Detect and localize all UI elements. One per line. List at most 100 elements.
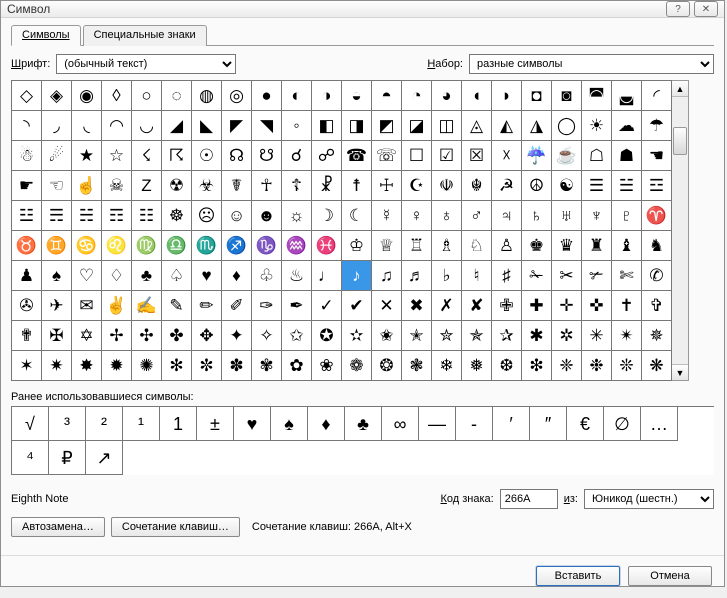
symbol-cell[interactable]: ✁ [522, 261, 552, 291]
symbol-cell[interactable]: ◓ [372, 81, 402, 111]
recent-cell[interactable]: ⁴ [12, 441, 49, 475]
symbol-cell[interactable]: ☌ [282, 141, 312, 171]
symbol-cell[interactable]: ◨ [342, 111, 372, 141]
symbol-cell[interactable]: ◍ [192, 81, 222, 111]
symbol-cell[interactable]: ◑ [312, 81, 342, 111]
symbol-cell[interactable]: ♋ [72, 231, 102, 261]
scroll-down-icon[interactable]: ▼ [672, 364, 688, 380]
symbol-cell[interactable]: ♧ [252, 261, 282, 291]
symbol-cell[interactable]: ◐ [282, 81, 312, 111]
symbol-cell[interactable]: ✰ [492, 321, 522, 351]
symbol-cell[interactable]: ☖ [582, 141, 612, 171]
symbol-cell[interactable]: ☚ [642, 141, 672, 171]
symbol-cell[interactable]: ◗ [492, 81, 522, 111]
symbol-cell[interactable]: ♯ [492, 261, 522, 291]
symbol-cell[interactable]: ★ [72, 141, 102, 171]
symbol-cell[interactable]: ✝ [612, 291, 642, 321]
symbol-cell[interactable]: ◚ [582, 81, 612, 111]
symbol-cell[interactable]: ◉ [72, 81, 102, 111]
symbol-cell[interactable]: ◊ [102, 81, 132, 111]
symbol-cell[interactable]: ✾ [252, 351, 282, 381]
symbol-cell[interactable]: ◇ [12, 81, 42, 111]
symbol-cell[interactable]: ☐ [402, 141, 432, 171]
symbol-cell[interactable]: ♗ [432, 231, 462, 261]
symbol-cell[interactable]: ☄ [42, 141, 72, 171]
symbol-cell[interactable]: ♎ [162, 231, 192, 261]
symbol-cell[interactable]: ☕ [552, 141, 582, 171]
symbol-cell[interactable]: ✛ [552, 291, 582, 321]
symbol-cell[interactable]: ✦ [222, 321, 252, 351]
symbol-cell[interactable]: ✖ [402, 291, 432, 321]
symbol-cell[interactable]: ☛ [12, 171, 42, 201]
symbol-cell[interactable]: ✕ [372, 291, 402, 321]
symbol-cell[interactable]: ☳ [12, 201, 42, 231]
symbol-cell[interactable]: ✿ [282, 351, 312, 381]
symbol-cell[interactable]: ☥ [252, 171, 282, 201]
font-select[interactable]: (обычный текст) [56, 54, 236, 74]
symbol-cell[interactable]: ◖ [462, 81, 492, 111]
symbol-cell[interactable]: ◈ [42, 81, 72, 111]
symbol-cell[interactable]: ☽ [312, 201, 342, 231]
recent-cell[interactable]: - [456, 407, 493, 441]
symbol-cell[interactable]: ◞ [42, 111, 72, 141]
symbol-cell[interactable]: ♮ [462, 261, 492, 291]
symbol-cell[interactable]: ✏ [192, 291, 222, 321]
symbol-cell[interactable]: ♪ [342, 261, 372, 291]
symbol-cell[interactable]: ♕ [372, 231, 402, 261]
symbol-cell[interactable]: ☴ [42, 201, 72, 231]
symbol-cell[interactable]: ♩ [312, 261, 342, 291]
symbol-cell[interactable]: ☼ [282, 201, 312, 231]
symbol-cell[interactable]: ♉ [12, 231, 42, 261]
symbol-cell[interactable]: ♥ [192, 261, 222, 291]
symbol-cell[interactable]: ☵ [72, 201, 102, 231]
symbol-cell[interactable]: ✠ [42, 321, 72, 351]
recent-cell[interactable]: ♥ [234, 407, 271, 441]
symbol-cell[interactable]: ♈ [642, 201, 672, 231]
symbol-cell[interactable]: ☝ [72, 171, 102, 201]
symbol-cell[interactable]: ♨ [282, 261, 312, 291]
symbol-cell[interactable]: ❅ [462, 351, 492, 381]
symbol-cell[interactable]: ❁ [342, 351, 372, 381]
insert-button[interactable]: Вставить [536, 566, 620, 586]
symbol-cell[interactable]: ☪ [402, 171, 432, 201]
symbol-cell[interactable]: ♡ [72, 261, 102, 291]
symbol-cell[interactable]: ☬ [462, 171, 492, 201]
symbol-cell[interactable]: ◯ [552, 111, 582, 141]
symbol-cell[interactable]: ♣ [132, 261, 162, 291]
symbol-cell[interactable]: ✓ [312, 291, 342, 321]
symbol-cell[interactable]: ◧ [312, 111, 342, 141]
tab-symbols[interactable]: Символы [11, 25, 81, 46]
symbol-cell[interactable]: ◣ [192, 111, 222, 141]
symbol-cell[interactable]: ♞ [642, 231, 672, 261]
symbol-cell[interactable]: ✌ [102, 291, 132, 321]
symbol-cell[interactable]: ◟ [72, 111, 102, 141]
symbol-cell[interactable]: ☇ [132, 141, 162, 171]
symbol-cell[interactable]: ✻ [162, 351, 192, 381]
symbol-cell[interactable]: ❂ [372, 351, 402, 381]
recent-cell[interactable]: ² [86, 407, 123, 441]
symbol-cell[interactable]: ◎ [222, 81, 252, 111]
symbol-cell[interactable]: ✵ [642, 321, 672, 351]
symbol-cell[interactable]: ☈ [162, 141, 192, 171]
symbol-cell[interactable]: ☣ [192, 171, 222, 201]
symbol-cell[interactable]: ✧ [252, 321, 282, 351]
symbol-cell[interactable]: ● [252, 81, 282, 111]
symbol-cell[interactable]: ☷ [132, 201, 162, 231]
symbol-cell[interactable]: ♤ [162, 261, 192, 291]
symbol-cell[interactable]: ♬ [402, 261, 432, 291]
symbol-cell[interactable]: ❉ [582, 351, 612, 381]
symbol-cell[interactable]: ✺ [132, 351, 162, 381]
symbol-cell[interactable]: ✢ [102, 321, 132, 351]
symbol-cell[interactable]: ♑ [252, 231, 282, 261]
tab-special[interactable]: Специальные знаки [83, 25, 207, 46]
symbol-cell[interactable]: ❀ [312, 351, 342, 381]
symbol-cell[interactable]: ♂ [462, 201, 492, 231]
symbol-cell[interactable]: ◡ [132, 111, 162, 141]
symbol-cell[interactable]: ✥ [192, 321, 222, 351]
symbol-cell[interactable]: ✍ [132, 291, 162, 321]
symbol-cell[interactable]: ✄ [612, 261, 642, 291]
symbol-cell[interactable]: ☒ [462, 141, 492, 171]
symbol-cell[interactable]: ❊ [612, 351, 642, 381]
symbol-cell[interactable]: ☠ [102, 171, 132, 201]
recent-cell[interactable]: ′ [493, 407, 530, 441]
